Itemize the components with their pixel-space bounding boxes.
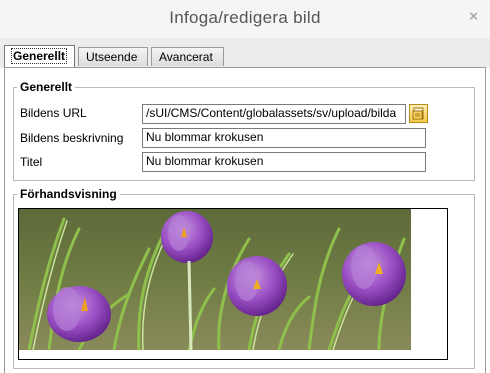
- url-input[interactable]: /sUI/CMS/Content/globalassets/sv/upload/…: [142, 104, 406, 124]
- close-icon[interactable]: ×: [469, 9, 478, 25]
- tab-utseende-label: Utseende: [86, 50, 138, 64]
- dialog-title: Infoga/redigera bild: [169, 8, 321, 27]
- browse-button[interactable]: [409, 104, 428, 123]
- description-label: Bildens beskrivning: [20, 131, 124, 145]
- url-label: Bildens URL: [20, 106, 87, 120]
- tab-generellt[interactable]: Generellt: [4, 45, 75, 67]
- browse-folder-icon: [412, 107, 424, 120]
- preview-frame: [18, 208, 448, 360]
- general-legend: Generellt: [20, 80, 73, 94]
- tab-utseende[interactable]: Utseende: [78, 47, 148, 66]
- tab-avancerat-label: Avancerat: [159, 50, 213, 64]
- tab-bar: Generellt Utseende Avancerat: [0, 38, 490, 68]
- dialog-titlebar: Infoga/redigera bild ×: [0, 0, 490, 39]
- description-input[interactable]: Nu blommar krokusen: [142, 128, 426, 148]
- tab-generellt-label: Generellt: [10, 48, 68, 64]
- preview-legend: Förhandsvisning: [20, 187, 117, 201]
- title-label: Titel: [20, 155, 43, 169]
- crocus-preview-image: [19, 209, 411, 350]
- title-input[interactable]: Nu blommar krokusen: [142, 152, 426, 172]
- tab-avancerat[interactable]: Avancerat: [151, 47, 224, 66]
